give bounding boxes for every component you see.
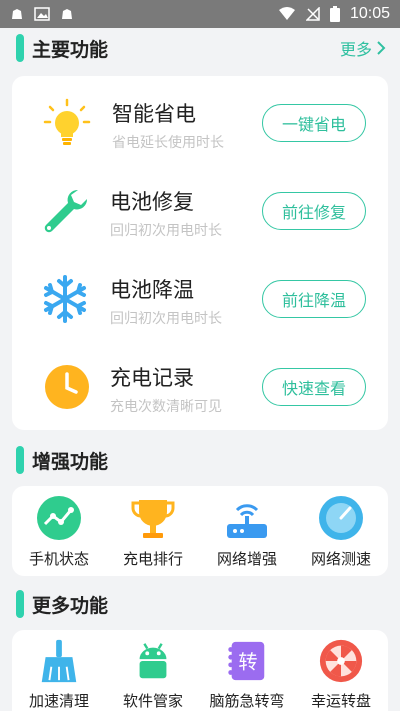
wrench-icon xyxy=(44,189,88,233)
grid-item-label: 手机状态 xyxy=(28,550,89,568)
notification-icon xyxy=(12,9,22,19)
more-link[interactable]: 更多 xyxy=(340,36,386,60)
status-time: 10:05 xyxy=(349,5,390,22)
broom-icon xyxy=(41,639,77,683)
grid-item-brain-teaser[interactable]: 转 脑筋急转弯 xyxy=(200,630,294,711)
section-title-text: 更多功能 xyxy=(32,594,109,617)
feature-title: 电池修复 xyxy=(110,190,194,214)
snowflake-icon xyxy=(44,275,86,323)
go-repair-button[interactable]: 前往修复 xyxy=(262,192,366,230)
go-cool-button[interactable]: 前往降温 xyxy=(262,280,366,318)
more-label: 更多 xyxy=(339,40,372,59)
section-title-text: 增强功能 xyxy=(32,450,109,473)
feature-battery-repair: 电池修复 回归初次用电时长 前往修复 xyxy=(12,172,388,260)
feature-charge-record: 充电记录 充电次数清晰可见 快速查看 xyxy=(12,348,388,436)
android-icon xyxy=(139,643,167,679)
brain-teaser-badge: 转 xyxy=(238,651,257,674)
more-grid: 加速清理 软件管家 转 脑筋急转弯 幸运转盘 xyxy=(12,630,388,711)
grid-item-label: 脑筋急转弯 xyxy=(209,692,285,710)
grid-item-network-boost[interactable]: 网络增强 xyxy=(200,486,294,576)
battery-icon xyxy=(329,6,340,22)
chevron-right-icon xyxy=(377,41,386,55)
feature-title: 智能省电 xyxy=(112,102,196,126)
enhance-grid: 手机状态 充电排行 网络增强 网络测速 xyxy=(12,486,388,576)
section-accent-bar xyxy=(16,34,24,62)
grid-item-label: 加速清理 xyxy=(28,692,89,710)
section-title-enhance: 增强功能 xyxy=(16,446,108,474)
grid-item-lucky-wheel[interactable]: 幸运转盘 xyxy=(294,630,388,711)
feature-title: 电池降温 xyxy=(110,278,194,302)
grid-item-charge-rank[interactable]: 充电排行 xyxy=(106,486,200,576)
grid-item-label: 充电排行 xyxy=(122,550,183,568)
feature-title: 充电记录 xyxy=(110,366,194,390)
section-accent-bar xyxy=(16,446,24,474)
feature-smart-save: 智能省电 省电延长使用时长 一键省电 xyxy=(12,84,388,172)
feature-subtitle: 充电次数清晰可见 xyxy=(110,399,222,415)
lightbulb-icon xyxy=(43,98,91,145)
speedometer-icon xyxy=(319,496,363,540)
grid-item-label: 网络增强 xyxy=(216,550,277,568)
feature-subtitle: 回归初次用电时长 xyxy=(110,311,222,327)
grid-item-speed-clean[interactable]: 加速清理 xyxy=(12,630,106,711)
wifi-icon xyxy=(278,7,295,20)
router-icon xyxy=(227,504,267,538)
main-features-card: 智能省电 省电延长使用时长 一键省电 电池修复 回归初次用电时长 前往修复 电池… xyxy=(12,76,388,430)
brain-teaser-icon: 转 xyxy=(228,641,265,681)
clock-icon xyxy=(45,365,89,409)
section-title-more: 更多功能 xyxy=(16,590,108,618)
grid-item-label: 幸运转盘 xyxy=(310,692,371,710)
trophy-icon xyxy=(131,500,175,538)
grid-item-label: 网络测速 xyxy=(310,550,371,568)
section-title-main: 主要功能 xyxy=(16,34,108,62)
quick-view-button[interactable]: 快速查看 xyxy=(262,368,366,406)
phone-status-icon xyxy=(37,496,81,540)
grid-item-phone-status[interactable]: 手机状态 xyxy=(12,486,106,576)
feature-subtitle: 回归初次用电时长 xyxy=(110,223,222,239)
one-key-save-button[interactable]: 一键省电 xyxy=(262,104,366,142)
section-accent-bar xyxy=(16,590,24,618)
image-icon xyxy=(34,7,50,21)
section-title-text: 主要功能 xyxy=(32,38,109,61)
feature-battery-cool: 电池降温 回归初次用电时长 前往降温 xyxy=(12,260,388,348)
no-signal-icon xyxy=(305,7,320,21)
lucky-wheel-icon xyxy=(319,639,363,683)
grid-item-label: 软件管家 xyxy=(122,692,183,710)
status-bar: 10:05 xyxy=(0,0,400,28)
feature-subtitle: 省电延长使用时长 xyxy=(112,135,224,151)
grid-item-app-manager[interactable]: 软件管家 xyxy=(106,630,200,711)
notification-icon xyxy=(62,9,72,19)
grid-item-network-speed[interactable]: 网络测速 xyxy=(294,486,388,576)
